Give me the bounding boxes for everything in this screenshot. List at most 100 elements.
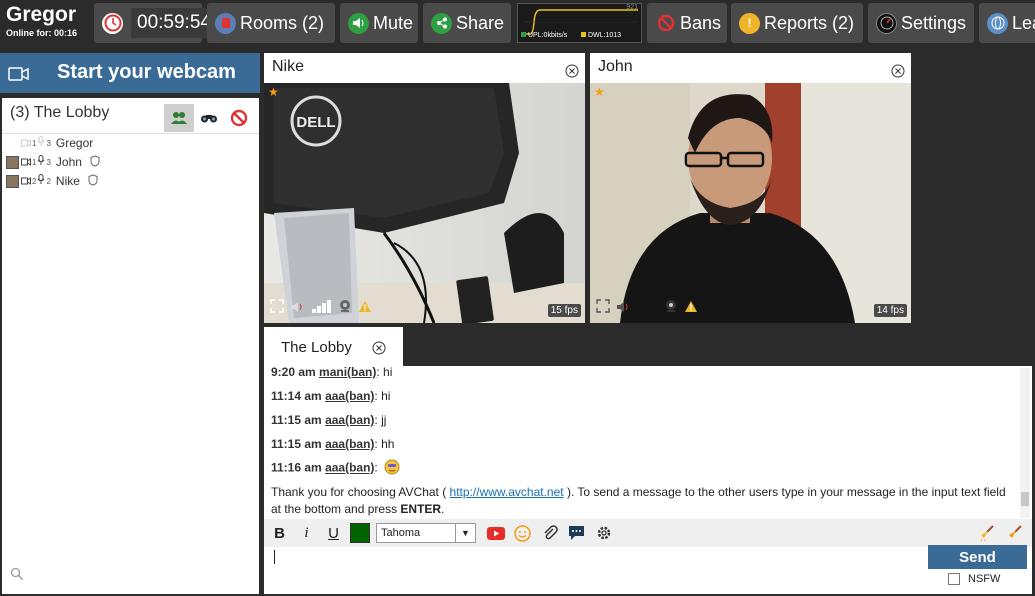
nsfw-checkbox[interactable]: NSFW [948, 573, 1000, 585]
checkbox-box[interactable] [948, 573, 960, 585]
camera-count: 2 [32, 176, 37, 186]
session-timer[interactable]: 00:59:54 [94, 3, 217, 43]
chat-area: 9:20 am mani(ban): hi 11:14 am aaa(ban):… [264, 366, 1032, 594]
chat-message: 11:14 am aaa(ban): hi [271, 389, 390, 403]
fullscreen-icon[interactable] [270, 299, 284, 318]
welcome-message: Thank you for choosing AVChat ( http://w… [271, 484, 1011, 518]
report-warning-icon[interactable] [358, 300, 372, 318]
bans-button[interactable]: Bans [647, 3, 727, 43]
chat-message: 11:16 am aaa(ban): [271, 459, 400, 475]
video-controls [270, 299, 372, 318]
scrollbar-thumb[interactable] [1021, 492, 1029, 506]
close-icon[interactable] [372, 341, 386, 360]
avatar [6, 155, 19, 169]
svg-text:DELL: DELL [296, 114, 335, 131]
user-row-gregor[interactable]: 1 3 Gregor [6, 134, 93, 152]
message-author[interactable]: mani(ban) [319, 366, 376, 379]
gear-icon[interactable] [590, 521, 617, 545]
avchat-link[interactable]: http://www.avchat.net [450, 485, 564, 499]
chat-message: 11:15 am aaa(ban): jj [271, 413, 386, 427]
message-time: 11:16 am [271, 460, 322, 475]
video-title: John [598, 58, 633, 75]
leave-button[interactable]: Lea [979, 3, 1035, 43]
message-author[interactable]: aaa(ban) [325, 437, 374, 451]
speaker-icon [348, 12, 369, 34]
mic-status-icon [37, 174, 45, 188]
font-select[interactable]: Tahoma ▼ [376, 523, 476, 543]
avatar [6, 137, 19, 150]
fps-badge: 15 fps [547, 304, 581, 317]
report-warning-icon[interactable] [684, 300, 698, 318]
globe-icon [987, 12, 1008, 34]
user-name: Gregor [6, 3, 77, 26]
volume-icon[interactable] [290, 300, 306, 318]
chat-scrollbar[interactable] [1020, 368, 1030, 518]
text-color-picker[interactable] [350, 523, 370, 543]
close-icon[interactable] [565, 64, 579, 83]
chat-message: 9:20 am mani(ban): hi [271, 366, 392, 379]
mute-button[interactable]: Mute [340, 3, 418, 43]
message-list: 9:20 am mani(ban): hi 11:14 am aaa(ban):… [271, 366, 1021, 519]
attachment-icon[interactable] [536, 521, 563, 545]
bandwidth-graph: 921 UPL:0kbits/s DWL:1013 [517, 3, 642, 43]
user-list-tools [164, 104, 254, 132]
message-author[interactable]: aaa(ban) [325, 413, 374, 427]
close-icon[interactable] [891, 64, 905, 83]
online-duration: Online for: 00:16 [6, 28, 78, 38]
binoculars-icon [201, 115, 217, 123]
snapshot-icon[interactable] [338, 299, 352, 318]
user-block: Gregor Online for: 00:16 [6, 3, 90, 39]
camera-count: 1 [32, 138, 37, 148]
camera-status-icon [21, 136, 31, 150]
volume-icon[interactable] [616, 300, 632, 318]
user-row-nike[interactable]: 2 2 Nike [6, 172, 98, 190]
user-name-nike: Nike [55, 174, 80, 188]
nsfw-label: NSFW [968, 573, 1001, 585]
star-icon: ★ [268, 85, 279, 99]
chat-tab-label: The Lobby [281, 339, 352, 356]
reports-label: Reports (2) [764, 12, 855, 33]
snapshot-icon[interactable] [664, 299, 678, 318]
video-panel-john: John ★ 14 fps [590, 53, 911, 323]
fullscreen-icon[interactable] [596, 299, 610, 318]
upload-rate: UPL:0kbits/s [521, 32, 567, 39]
message-time: 11:14 am [271, 389, 322, 403]
private-message-icon[interactable] [563, 521, 590, 545]
chevron-down-icon: ▼ [455, 524, 475, 542]
search-icon[interactable] [10, 567, 24, 586]
user-list-panel: (3) The Lobby 1 3 Gregor 1 3 John 2 2 Ni… [2, 98, 259, 594]
message-text: : [374, 460, 378, 475]
mic-count: 3 [46, 138, 51, 148]
message-time: 11:15 am [271, 413, 322, 427]
watchers-button[interactable] [194, 104, 224, 132]
room-title: (3) The Lobby [10, 104, 110, 121]
send-button[interactable]: Send [928, 545, 1027, 569]
message-input[interactable] [268, 549, 923, 589]
format-toolbar: B i U Tahoma ▼ [264, 519, 1032, 547]
block-icon [230, 109, 248, 127]
clear-my-chat-icon[interactable] [974, 521, 1001, 545]
bold-button[interactable]: B [266, 521, 293, 545]
start-webcam-button[interactable]: Start your webcam [0, 53, 260, 93]
user-row-john[interactable]: 1 3 John [6, 153, 100, 171]
message-author[interactable]: aaa(ban) [325, 461, 374, 475]
timer-value: 00:59:54 [131, 8, 217, 38]
volume-level-icon[interactable] [312, 299, 332, 318]
message-author[interactable]: aaa(ban) [325, 389, 374, 403]
leave-label: Lea [1012, 12, 1035, 33]
youtube-icon[interactable] [482, 521, 509, 545]
clock-icon [102, 12, 123, 34]
rooms-button[interactable]: Rooms (2) [207, 3, 335, 43]
shield-icon [90, 154, 100, 170]
blocked-users-button[interactable] [224, 104, 254, 132]
reports-button[interactable]: ! Reports (2) [731, 3, 863, 43]
chat-tab-lobby[interactable]: The Lobby [264, 327, 403, 367]
users-view-button[interactable] [164, 104, 194, 132]
italic-button[interactable]: i [293, 521, 320, 545]
settings-button[interactable]: Settings [868, 3, 974, 43]
video-stream: DELL [264, 83, 585, 323]
clear-all-chat-icon[interactable] [1001, 521, 1028, 545]
share-button[interactable]: Share [423, 3, 511, 43]
emoji-icon[interactable] [509, 521, 536, 545]
underline-button[interactable]: U [320, 521, 347, 545]
